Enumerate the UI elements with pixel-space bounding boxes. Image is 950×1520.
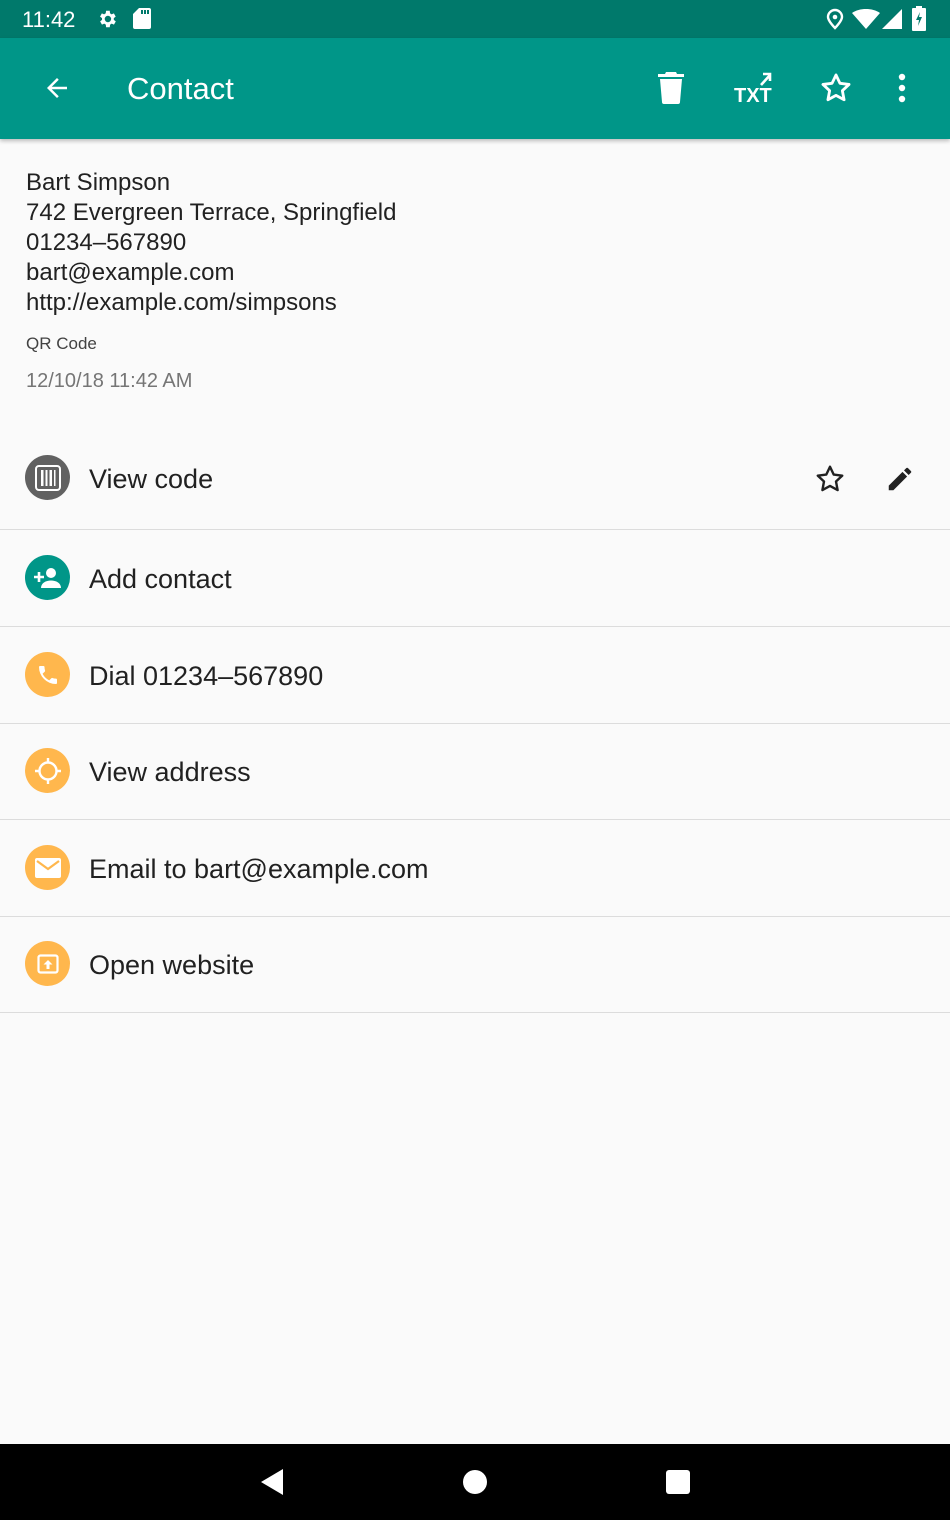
svg-text:TXT: TXT <box>734 85 772 105</box>
contact-name: Bart Simpson <box>26 169 171 196</box>
action-view-code[interactable]: View code <box>0 433 950 530</box>
contact-phone: 01234–567890 <box>26 229 187 256</box>
wifi-icon <box>852 9 880 29</box>
nav-recents-button[interactable] <box>658 1462 698 1502</box>
back-arrow-icon <box>47 78 67 98</box>
action-open-website[interactable]: Open website <box>0 916 950 1013</box>
action-label: View address <box>89 757 251 787</box>
edit-button[interactable] <box>878 457 922 501</box>
action-add-contact[interactable]: Add contact <box>0 530 950 627</box>
back-button[interactable] <box>31 62 83 114</box>
phone-icon <box>25 652 70 697</box>
action-label: Open website <box>89 950 255 980</box>
gps-target-icon <box>25 748 70 793</box>
nav-home-icon <box>463 1470 487 1494</box>
more-vert-icon <box>898 73 906 103</box>
contact-address: 742 Evergreen Terrace, Springfield <box>26 199 397 226</box>
action-dial[interactable]: Dial 01234–567890 <box>0 627 950 724</box>
favorite-button[interactable] <box>810 62 862 114</box>
battery-icon <box>912 6 926 31</box>
action-label: View code <box>89 464 214 494</box>
contact-website: http://example.com/simpsons <box>26 289 337 316</box>
person-add-icon <box>25 555 70 600</box>
edit-pencil-icon <box>888 467 912 491</box>
signal-icon <box>882 9 902 29</box>
action-view-address[interactable]: View address <box>0 723 950 820</box>
nav-back-button[interactable] <box>252 1462 292 1502</box>
open-in-browser-icon <box>25 941 70 986</box>
action-label: Add contact <box>89 564 232 594</box>
nav-recents-icon <box>666 1470 690 1494</box>
page-title: Contact <box>127 71 234 106</box>
sd-card-icon <box>133 8 151 29</box>
export-txt-button[interactable]: TXT <box>727 62 779 114</box>
navigation-bar <box>0 1444 950 1520</box>
scan-date: 12/10/18 11:42 AM <box>26 370 193 392</box>
overflow-menu-button[interactable] <box>876 62 928 114</box>
favorite-code-button[interactable] <box>808 457 852 501</box>
delete-button[interactable] <box>645 62 697 114</box>
status-bar: 11:42 <box>0 0 950 38</box>
status-time: 11:42 <box>22 7 76 32</box>
settings-icon <box>100 10 116 28</box>
location-icon <box>826 8 844 30</box>
delete-icon <box>658 72 684 104</box>
nav-home-button[interactable] <box>455 1462 495 1502</box>
star-outline-icon <box>816 465 844 492</box>
email-icon <box>25 845 70 890</box>
barcode-icon <box>25 455 70 500</box>
barcode-format: QR Code <box>26 334 97 353</box>
nav-back-icon <box>261 1469 283 1495</box>
star-outline-icon <box>821 73 851 102</box>
action-label: Email to bart@example.com <box>89 854 429 884</box>
app-bar: Contact TXT <box>0 38 950 139</box>
scan-details: Bart Simpson 742 Evergreen Terrace, Spri… <box>26 168 396 393</box>
action-label: Dial 01234–567890 <box>89 661 324 691</box>
contact-email: bart@example.com <box>26 259 235 286</box>
action-email[interactable]: Email to bart@example.com <box>0 820 950 917</box>
export-txt-icon: TXT <box>734 72 772 105</box>
